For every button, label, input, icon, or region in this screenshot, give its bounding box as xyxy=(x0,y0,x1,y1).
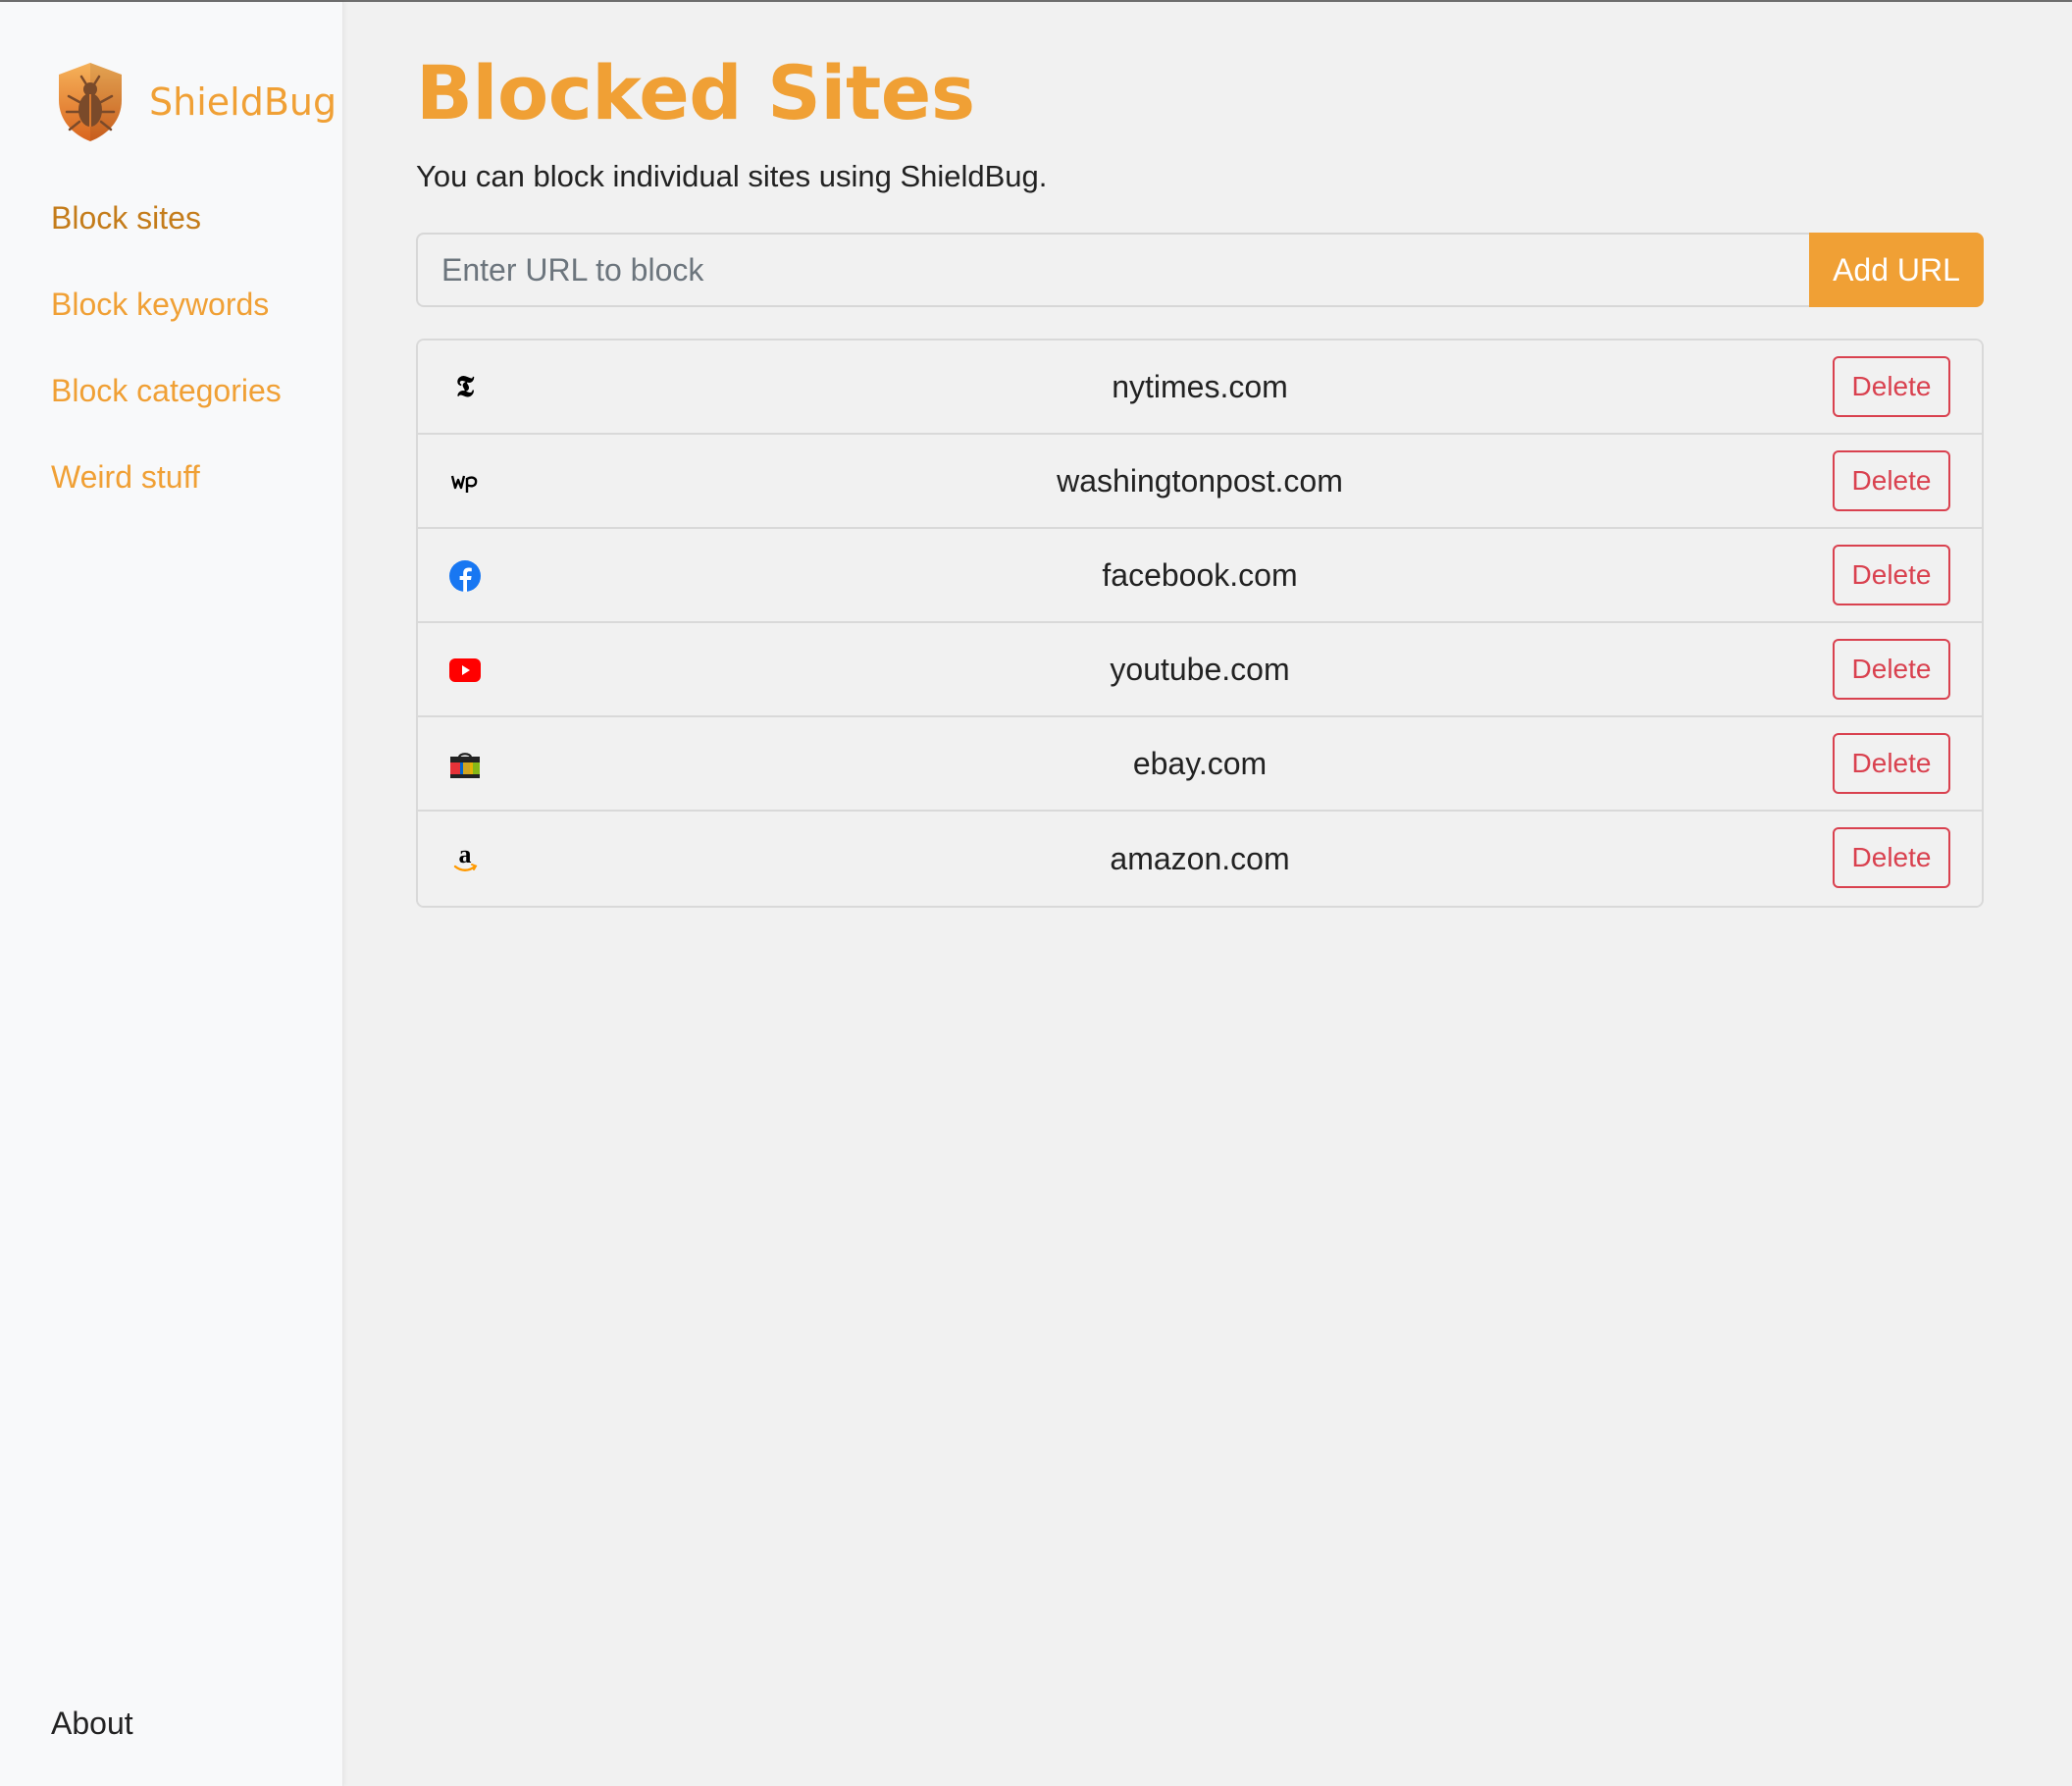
site-domain: facebook.com xyxy=(1102,556,1298,593)
url-input[interactable] xyxy=(416,233,1809,307)
delete-button[interactable]: Delete xyxy=(1833,733,1950,794)
sidebar: ShieldBug Block sites Block keywords Blo… xyxy=(0,2,343,1786)
brand[interactable]: ShieldBug xyxy=(55,61,337,143)
add-url-button[interactable]: Add URL xyxy=(1809,233,1984,307)
app-name: ShieldBug xyxy=(149,80,337,124)
site-domain: ebay.com xyxy=(1132,745,1268,781)
sidebar-item-block-keywords[interactable]: Block keywords xyxy=(51,261,282,347)
site-domain: washingtonpost.com xyxy=(1057,462,1343,499)
site-row: facebook.com Delete xyxy=(418,529,1982,623)
site-row: washingtonpost.com Delete xyxy=(418,435,1982,529)
sidebar-item-block-sites[interactable]: Block sites xyxy=(51,175,282,261)
sidebar-item-weird-stuff[interactable]: Weird stuff xyxy=(51,434,282,520)
site-row: a amazon.com Delete xyxy=(418,812,1982,906)
sidebar-item-about[interactable]: About xyxy=(51,1706,133,1742)
page-title: Blocked Sites xyxy=(416,49,975,136)
blocked-sites-list: 𝕿 nytimes.com Delete washingtonpost.com … xyxy=(416,339,1984,908)
sidebar-item-block-categories[interactable]: Block categories xyxy=(51,347,282,434)
site-domain: youtube.com xyxy=(1110,651,1290,687)
shield-bug-logo-icon xyxy=(59,63,122,141)
site-domain: nytimes.com xyxy=(1112,368,1288,404)
site-row: youtube.com Delete xyxy=(418,623,1982,717)
site-row: 𝕿 nytimes.com Delete xyxy=(418,341,1982,435)
delete-button[interactable]: Delete xyxy=(1833,545,1950,605)
site-row: ebay.com Delete xyxy=(418,717,1982,812)
sidebar-nav: Block sites Block keywords Block categor… xyxy=(51,175,282,520)
delete-button[interactable]: Delete xyxy=(1833,827,1950,888)
delete-button[interactable]: Delete xyxy=(1833,639,1950,700)
site-domain: amazon.com xyxy=(1110,840,1290,876)
delete-button[interactable]: Delete xyxy=(1833,356,1950,417)
page-subtitle: You can block individual sites using Shi… xyxy=(416,159,1048,193)
add-url-form: Add URL xyxy=(416,233,1984,307)
delete-button[interactable]: Delete xyxy=(1833,450,1950,511)
